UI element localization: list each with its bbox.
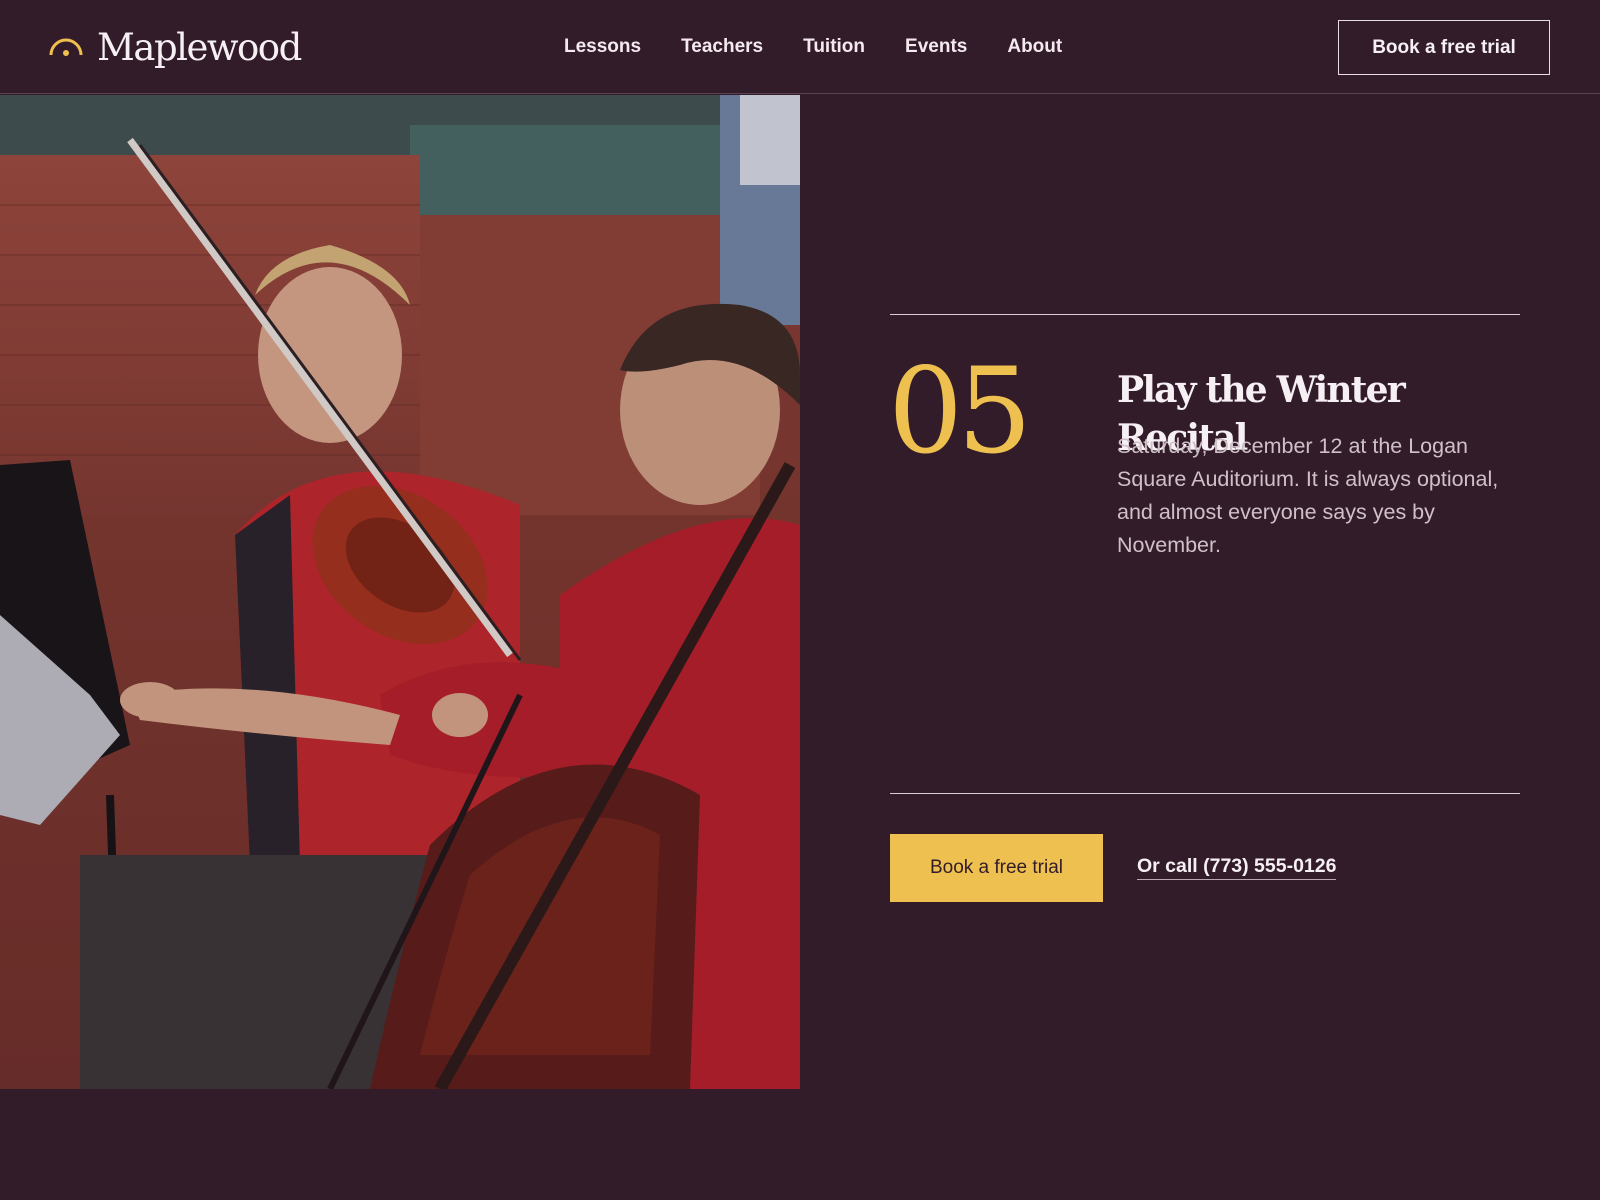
nav-item-tuition[interactable]: Tuition (803, 34, 865, 60)
step-description: Saturday, December 12 at the Logan Squar… (1117, 434, 1499, 557)
sun-arc-icon (49, 38, 83, 56)
call-phone-link[interactable]: Or call (773) 555-0126 (1137, 853, 1337, 880)
kids-playing-strings-image (0, 95, 800, 1089)
header-book-trial-button[interactable]: Book a free trial (1338, 20, 1550, 75)
brand-logo-link[interactable]: Maplewood (49, 26, 302, 70)
page: Maplewood Lessons Teachers Tuition Event… (0, 0, 1600, 1200)
main-nav: Lessons Teachers Tuition Events About (564, 34, 1062, 60)
site-header: Maplewood Lessons Teachers Tuition Event… (0, 0, 1600, 94)
book-trial-button[interactable]: Book a free trial (890, 834, 1103, 902)
nav-item-lessons[interactable]: Lessons (564, 34, 641, 60)
nav-item-teachers[interactable]: Teachers (681, 34, 763, 60)
nav-item-about[interactable]: About (1007, 34, 1062, 60)
nav-item-events[interactable]: Events (905, 34, 967, 60)
divider-top (890, 314, 1520, 315)
step-number: 05 (888, 342, 1032, 480)
divider-bottom (890, 793, 1520, 794)
hero-photo (0, 95, 800, 1089)
brand-name: Maplewood (97, 26, 302, 69)
